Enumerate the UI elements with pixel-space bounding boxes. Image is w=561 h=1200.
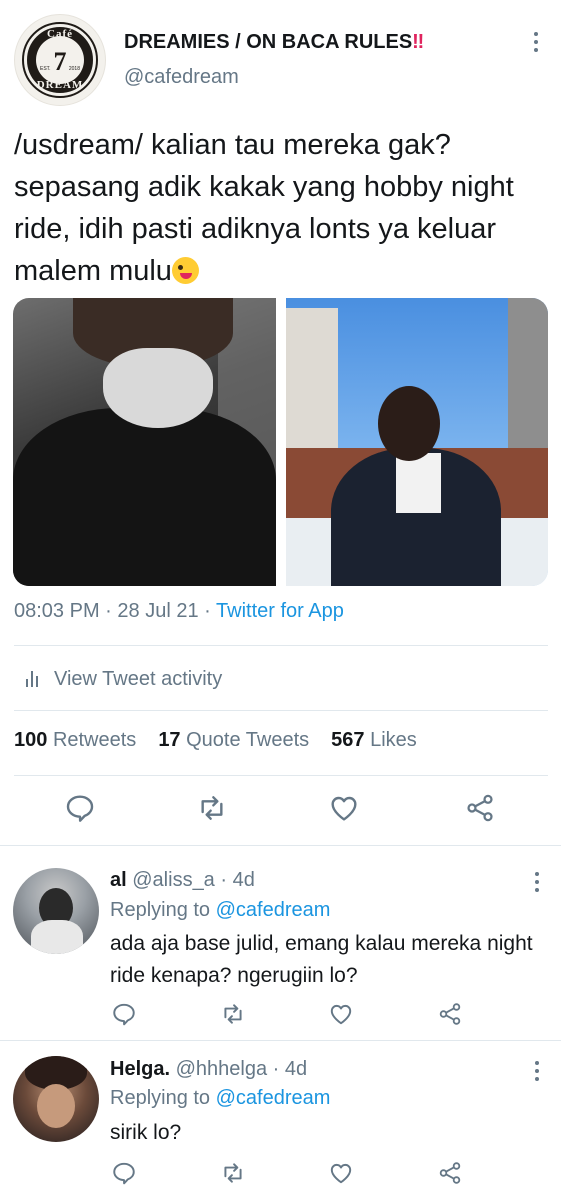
reply-text: ada aja base julid, emang kalau mereka n… bbox=[110, 932, 533, 987]
more-options-icon[interactable] bbox=[530, 872, 544, 892]
replying-to: Replying to @cafedream bbox=[110, 1087, 330, 1110]
like-heart-icon[interactable] bbox=[328, 1001, 354, 1027]
more-options-icon[interactable] bbox=[526, 30, 546, 54]
tweet-text: /usdream/ kalian tau mereka gak? sepasan… bbox=[14, 124, 550, 292]
reply-icon[interactable] bbox=[111, 1160, 137, 1186]
like-heart-icon[interactable] bbox=[328, 792, 360, 824]
divider bbox=[14, 775, 548, 776]
reply-name: Helga. bbox=[110, 1058, 171, 1080]
reply-actions bbox=[0, 1001, 561, 1031]
reply-icon[interactable] bbox=[111, 1001, 137, 1027]
cafe-dream-logo: Café EST. 7 2018 DREAM bbox=[22, 22, 98, 98]
reply-age: · 4d bbox=[272, 1058, 308, 1080]
reply-handle: @hhhelga bbox=[175, 1058, 268, 1080]
retweets-label: Retweets bbox=[52, 729, 137, 751]
tweet-header: Café EST. 7 2018 DREAM DREAMIES / ON BAC… bbox=[0, 0, 561, 120]
analytics-icon bbox=[26, 671, 38, 687]
retweet-icon[interactable] bbox=[196, 792, 228, 824]
likes-count: 567 bbox=[331, 729, 365, 751]
tweet-media bbox=[13, 298, 548, 586]
meta-separator: · bbox=[105, 600, 112, 622]
likes-label: Likes bbox=[370, 729, 417, 751]
photo-masked-person[interactable] bbox=[13, 298, 276, 586]
mention-link[interactable]: @cafedream bbox=[216, 1087, 331, 1109]
retweets-stat[interactable]: 100 Retweets bbox=[14, 729, 136, 752]
author-display-name[interactable]: DREAMIES / ON BACA RULES‼ bbox=[124, 31, 424, 54]
tweet-date: 28 Jul 21 bbox=[117, 600, 199, 622]
photo-girl-rooftop[interactable] bbox=[286, 298, 548, 586]
reply-author[interactable]: Helga. @hhhelga · 4d bbox=[110, 1058, 307, 1081]
replying-prefix: Replying to bbox=[110, 1087, 211, 1109]
meta-separator: · bbox=[204, 600, 211, 622]
retweet-icon[interactable] bbox=[220, 1160, 246, 1186]
view-tweet-activity[interactable]: View Tweet activity bbox=[14, 664, 222, 694]
reply-text: sirik lo? bbox=[110, 1121, 182, 1144]
reply-avatar[interactable] bbox=[13, 1056, 99, 1142]
zany-face-emoji bbox=[171, 257, 199, 284]
tweet-actions bbox=[0, 792, 561, 828]
reply-icon[interactable] bbox=[64, 792, 96, 824]
like-heart-icon[interactable] bbox=[328, 1160, 354, 1186]
divider bbox=[14, 645, 548, 646]
logo-year: 2018 bbox=[68, 66, 80, 72]
author-handle[interactable]: @cafedream bbox=[124, 66, 239, 89]
tweet-timestamp: 08:03 PM · 28 Jul 21 · Twitter for App bbox=[14, 600, 344, 623]
activity-label: View Tweet activity bbox=[54, 667, 223, 690]
reply-actions bbox=[0, 1160, 561, 1190]
share-icon[interactable] bbox=[437, 1001, 463, 1027]
double-exclamation-emoji: ‼ bbox=[412, 31, 425, 53]
tweet-time: 08:03 PM bbox=[14, 600, 100, 622]
reply-name: al bbox=[110, 869, 127, 891]
retweet-icon[interactable] bbox=[220, 1001, 246, 1027]
more-options-icon[interactable] bbox=[530, 1061, 544, 1081]
mention-link[interactable]: @cafedream bbox=[216, 899, 331, 921]
quotes-stat[interactable]: 17 Quote Tweets bbox=[158, 729, 309, 752]
quotes-label: Quote Tweets bbox=[186, 729, 310, 751]
author-name-text: DREAMIES / ON BACA RULES bbox=[124, 31, 413, 53]
divider bbox=[14, 710, 548, 711]
reply-handle: @aliss_a bbox=[132, 869, 215, 891]
share-icon[interactable] bbox=[464, 792, 496, 824]
reply-age: · 4d bbox=[220, 869, 255, 891]
reply-avatar[interactable] bbox=[13, 868, 99, 954]
tweet-body: /usdream/ kalian tau mereka gak? sepasan… bbox=[14, 129, 514, 287]
retweets-count: 100 bbox=[14, 729, 48, 751]
tweet-source-link[interactable]: Twitter for App bbox=[216, 600, 344, 622]
replying-to: Replying to @cafedream bbox=[110, 899, 330, 922]
quotes-count: 17 bbox=[158, 729, 181, 751]
engagement-stats: 100 Retweets 17 Quote Tweets 567 Likes bbox=[14, 729, 417, 752]
reply-item[interactable]: Helga. @hhhelga · 4d Replying to @cafedr… bbox=[0, 1040, 561, 1200]
replying-prefix: Replying to bbox=[110, 899, 211, 921]
reply-item[interactable]: al @aliss_a · 4d Replying to @cafedream … bbox=[0, 845, 561, 1040]
share-icon[interactable] bbox=[437, 1160, 463, 1186]
likes-stat[interactable]: 567 Likes bbox=[331, 729, 417, 752]
reply-author[interactable]: al @aliss_a · 4d bbox=[110, 869, 255, 892]
logo-bottom-text: DREAM bbox=[36, 79, 84, 91]
logo-number: 7 bbox=[53, 47, 67, 76]
author-avatar[interactable]: Café EST. 7 2018 DREAM bbox=[14, 14, 106, 106]
